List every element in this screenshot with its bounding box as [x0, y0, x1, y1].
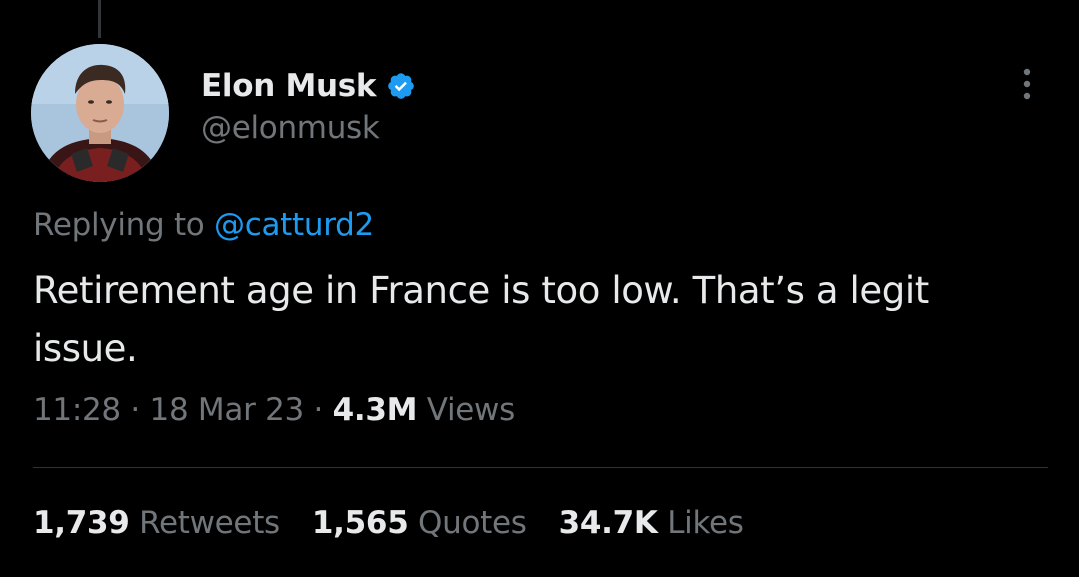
author-name[interactable]: Elon Musk	[201, 68, 377, 104]
views-label: Views	[426, 392, 516, 428]
meta-separator: ·	[313, 392, 324, 428]
author-handle[interactable]: @elonmusk	[201, 110, 416, 146]
retweets-label: Retweets	[139, 505, 280, 541]
likes-label: Likes	[667, 505, 744, 541]
replying-to: Replying to @catturd2	[33, 207, 374, 243]
name-row: Elon Musk	[201, 64, 416, 108]
quotes-stat[interactable]: 1,565 Quotes	[312, 505, 527, 541]
divider	[33, 467, 1048, 468]
tweet-date[interactable]: 18 Mar 23	[150, 392, 305, 428]
meta-separator: ·	[130, 392, 140, 428]
avatar[interactable]	[31, 44, 169, 182]
quotes-label: Quotes	[418, 505, 527, 541]
reply-mention-link[interactable]: @catturd2	[214, 207, 374, 243]
retweets-count: 1,739	[33, 505, 130, 541]
tweet-header: Elon Musk @elonmusk	[201, 64, 416, 146]
thread-connector-line	[98, 0, 101, 38]
more-options-icon[interactable]	[1014, 66, 1040, 102]
quotes-count: 1,565	[311, 505, 409, 541]
tweet-time[interactable]: 11:28	[33, 392, 121, 428]
tweet-text: Retirement age in France is too low. Tha…	[33, 269, 929, 370]
likes-count: 34.7K	[558, 505, 658, 541]
verified-badge-icon	[386, 71, 416, 101]
engagement-stats: 1,739 Retweets 1,565 Quotes 34.7K Likes	[33, 505, 744, 541]
views-count: 4.3M	[332, 392, 418, 428]
replying-prefix: Replying to	[33, 207, 205, 243]
tweet-meta: 11:28 · 18 Mar 23 · 4.3M Views	[33, 392, 515, 428]
avatar-image	[31, 44, 169, 182]
retweets-stat[interactable]: 1,739 Retweets	[33, 505, 280, 541]
likes-stat[interactable]: 34.7K Likes	[559, 505, 744, 541]
